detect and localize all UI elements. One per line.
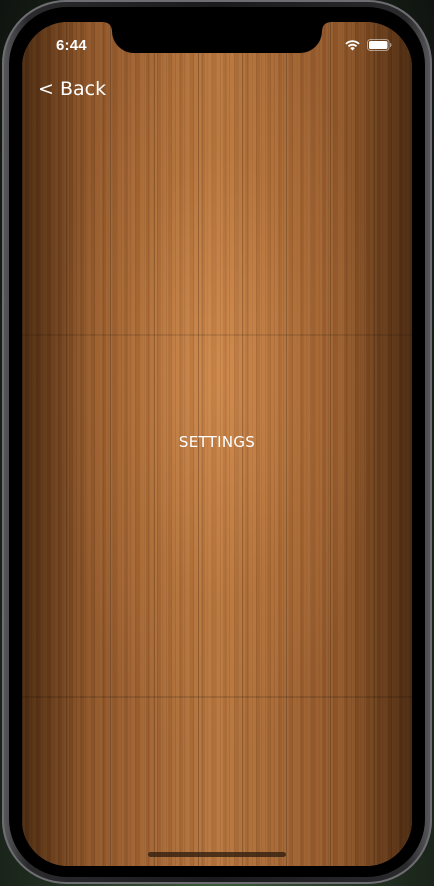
wifi-icon	[345, 40, 360, 51]
settings-screen: 6:44 < Back SETTINGS	[22, 22, 412, 866]
status-icons	[344, 38, 392, 51]
home-indicator[interactable]	[148, 852, 286, 857]
camera-notch	[104, 22, 330, 53]
page-title: SETTINGS	[178, 433, 256, 451]
back-button[interactable]: < Back	[38, 78, 106, 100]
battery-icon	[367, 38, 392, 51]
status-time: 6:44	[56, 37, 87, 54]
